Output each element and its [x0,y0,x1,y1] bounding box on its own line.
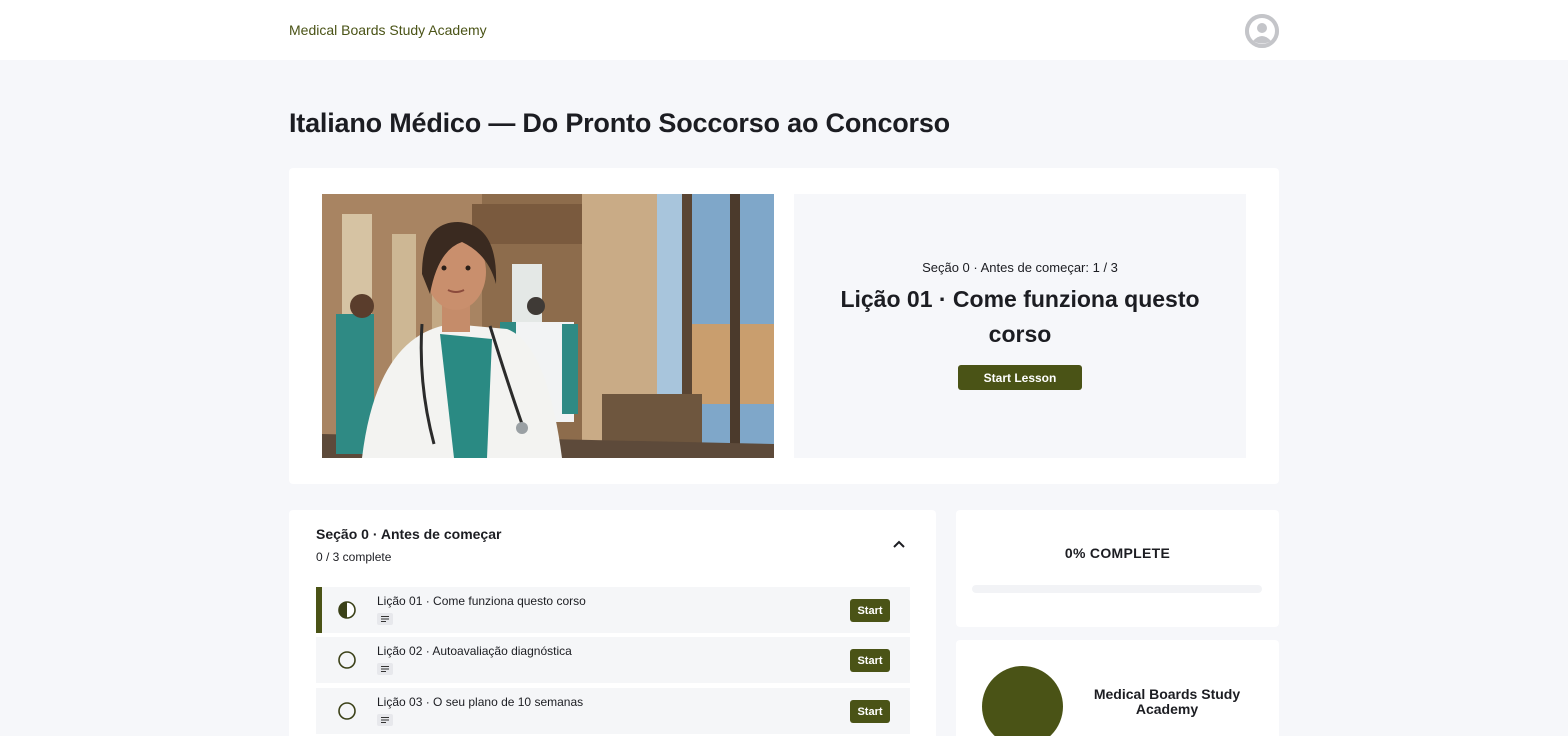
top-bar: Medical Boards Study Academy [0,0,1568,60]
brand-link[interactable]: Medical Boards Study Academy [289,22,487,38]
course-progress-card: 0% COMPLETE [956,510,1279,627]
text-lesson-icon [377,714,393,726]
empty-circle-icon [337,650,357,670]
lesson-start-button[interactable]: Start [850,649,890,672]
academy-card: Medical Boards Study Academy [956,640,1279,736]
chevron-up-icon[interactable] [889,534,909,554]
lesson-label: Lição 02 · Autoavaliação diagnóstica [377,644,572,658]
lesson-label: Lição 01 · Come funziona questo corso [377,594,586,608]
lesson-row[interactable]: Lição 01 · Come funziona questo corso St… [316,587,910,633]
course-section-card: Seção 0 · Antes de começar 0 / 3 complet… [289,510,936,736]
start-lesson-button[interactable]: Start Lesson [958,365,1082,390]
lesson-row[interactable]: Lição 02 · Autoavaliação diagnóstica Sta… [316,637,910,683]
lesson-row[interactable]: Lição 03 · O seu plano de 10 semanas Sta… [316,688,910,734]
half-circle-progress-icon [337,600,357,620]
text-lesson-icon [377,613,393,625]
course-title: Italiano Médico — Do Pronto Soccorso ao … [289,108,950,138]
progress-bar [972,585,1262,593]
section-completion-count: 0 / 3 complete [316,550,392,564]
academy-name: Medical Boards Study Academy [1093,686,1241,717]
user-avatar-icon[interactable] [1245,14,1279,48]
empty-circle-icon [337,701,357,721]
next-lesson-section-progress: Seção 0 · Antes de começar: 1 / 3 [922,260,1118,275]
next-lesson-title: Lição 01 · Come funziona questo corso [840,286,1200,347]
course-cover-image [322,194,774,458]
lesson-label: Lição 03 · O seu plano de 10 semanas [377,695,584,709]
progress-label: 0% COMPLETE [1064,545,1171,561]
lesson-start-button[interactable]: Start [850,599,890,622]
lesson-start-button[interactable]: Start [850,700,890,723]
course-hero-card: Seção 0 · Antes de começar: 1 / 3 Lição … [289,168,1279,484]
next-lesson-panel: Seção 0 · Antes de começar: 1 / 3 Lição … [794,194,1246,458]
academy-logo [982,666,1063,736]
section-title: Seção 0 · Antes de começar [316,526,502,542]
text-lesson-icon [377,663,393,675]
